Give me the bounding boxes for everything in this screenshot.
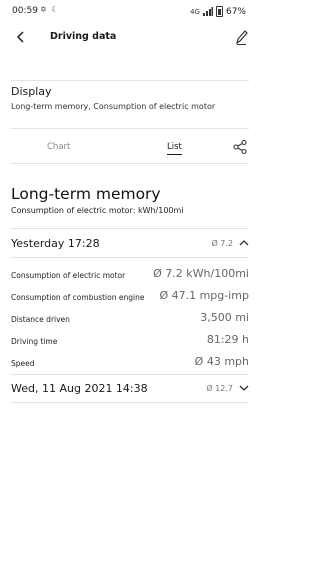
summary-subtitle: Consumption of electric motor: kWh/100mi (11, 206, 184, 215)
detail-value: Ø 7.2 kWh/100mi (153, 267, 249, 280)
share-icon[interactable] (232, 139, 248, 155)
detail-row: Distance driven 3,500 mi (11, 309, 249, 331)
divider (11, 374, 249, 375)
status-right: 4G 67% (190, 6, 246, 17)
page-title: Driving data (50, 31, 117, 42)
signal-icon: 4G (190, 7, 200, 16)
entry-header[interactable]: Wed, 11 Aug 2021 14:38 Ø 12.7 (11, 380, 249, 398)
divider (11, 257, 249, 258)
entry-header[interactable]: Yesterday 17:28 Ø 7.2 (11, 235, 249, 253)
detail-row: Speed Ø 43 mph (11, 353, 249, 375)
summary-title: Long-term memory (11, 185, 161, 203)
entry-details: Consumption of electric motor Ø 7.2 kWh/… (11, 265, 249, 375)
divider (11, 402, 249, 403)
detail-label: Driving time (11, 337, 58, 346)
detail-row: Consumption of electric motor Ø 7.2 kWh/… (11, 265, 249, 287)
chevron-up-icon[interactable] (239, 238, 249, 248)
signal-bars-icon (202, 7, 213, 16)
detail-value: Ø 43 mph (194, 355, 249, 368)
detail-label: Distance driven (11, 315, 70, 324)
tab-chart[interactable]: Chart (47, 142, 70, 152)
status-time: 00:59 (12, 6, 38, 16)
back-arrow-icon[interactable] (12, 28, 30, 46)
divider (11, 163, 249, 164)
battery-level: 67% (225, 6, 246, 17)
chevron-down-icon[interactable] (239, 383, 249, 393)
divider (11, 128, 249, 129)
detail-value: 81:29 h (206, 333, 249, 346)
divider (11, 228, 249, 229)
battery-icon (215, 6, 223, 17)
detail-value: 3,500 mi (200, 311, 249, 324)
pencil-icon[interactable] (234, 28, 248, 46)
detail-row: Driving time 81:29 h (11, 331, 249, 353)
divider (11, 80, 249, 81)
detail-label: Consumption of combustion engine (11, 293, 145, 302)
display-selector[interactable]: Display Long-term memory, Consumption of… (11, 85, 249, 111)
entry-average: Ø 12.7 (206, 384, 233, 393)
tab-list[interactable]: List (167, 142, 182, 155)
entry-date: Yesterday 17:28 (11, 237, 100, 250)
detail-value: Ø 47.1 mpg-imp (159, 289, 249, 302)
display-subtitle: Long-term memory, Consumption of electri… (11, 102, 216, 111)
detail-row: Consumption of combustion engine Ø 47.1 … (11, 287, 249, 309)
entry-date: Wed, 11 Aug 2021 14:38 (11, 382, 148, 395)
display-title: Display (11, 85, 52, 98)
notification-icons: ✡ ☾ (40, 5, 60, 14)
detail-label: Speed (11, 359, 35, 368)
app-bar: Driving data (0, 24, 260, 52)
detail-label: Consumption of electric motor (11, 271, 126, 280)
status-bar: 00:59 ✡ ☾ 4G 67% (0, 0, 260, 22)
entry-average: Ø 7.2 (211, 239, 233, 248)
view-tabs: Chart List (0, 138, 260, 158)
